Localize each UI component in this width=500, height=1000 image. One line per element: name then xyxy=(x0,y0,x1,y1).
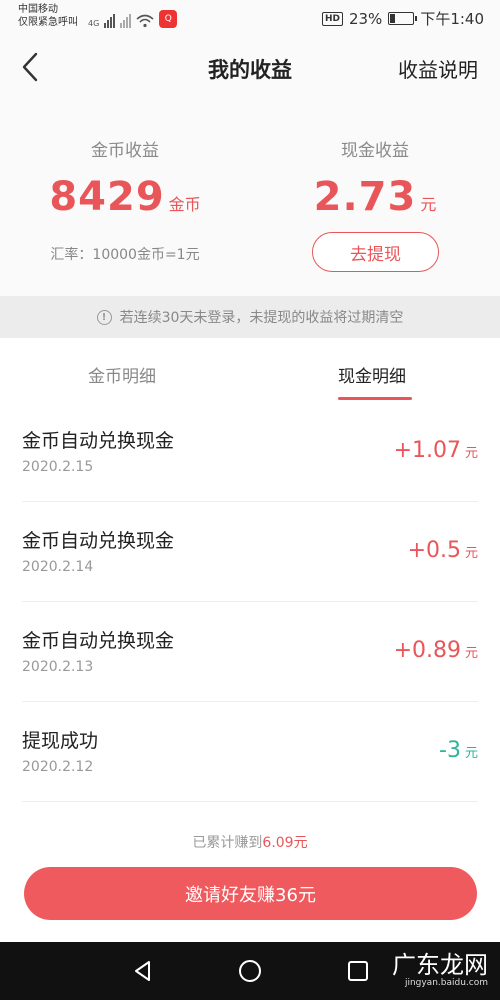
detail-tabs: 金币明细 现金明细 xyxy=(0,338,500,402)
record-value: +1.07 xyxy=(393,438,461,463)
hd-icon: HD xyxy=(321,11,343,26)
notice-text: 若连续30天未登录，未提现的收益将过期清空 xyxy=(119,310,404,326)
total-earned-text: 已累计赚到6.09元 xyxy=(0,832,500,852)
wifi-icon xyxy=(136,14,154,28)
invite-friends-button[interactable]: 邀请好友赚36元 xyxy=(24,867,477,920)
tab-cash-details[interactable]: 现金明细 xyxy=(338,362,406,387)
cash-unit: 元 xyxy=(420,195,437,214)
record-unit: 元 xyxy=(464,446,478,461)
cash-amount: 2.73 xyxy=(313,174,417,220)
record-title: 提现成功 xyxy=(22,730,99,752)
withdraw-button[interactable]: 去提现 xyxy=(312,232,439,272)
total-earned-value: 6.09元 xyxy=(262,835,308,851)
record-unit: 元 xyxy=(464,646,478,661)
battery-icon xyxy=(388,12,418,25)
coin-amount: 8429 xyxy=(49,174,165,220)
carrier-info: 中国移动 仅限紧急呼叫 xyxy=(18,3,78,29)
info-icon: ! xyxy=(96,309,112,325)
carrier-name: 中国移动 xyxy=(18,4,58,15)
system-home-icon[interactable] xyxy=(237,958,263,984)
record-amount: -3 元 xyxy=(439,738,478,763)
system-back-icon[interactable] xyxy=(130,958,156,984)
total-earned-prefix: 已累计赚到 xyxy=(192,835,263,851)
watermark: 广东龙网 jingyan.baidu.com xyxy=(392,952,488,988)
status-bar: 中国移动 仅限紧急呼叫 4G Q HD 23% 下午1:40 xyxy=(0,0,500,36)
expiry-notice: ! 若连续30天未登录，未提现的收益将过期清空 xyxy=(0,296,500,338)
earnings-summary: 金币收益 8429 金币 现金收益 2.73 元 汇率：10000金币=1元 去… xyxy=(0,102,500,296)
status-right: HD 23% 下午1:40 xyxy=(321,8,484,29)
list-item[interactable]: 金币自动兑换现金 2020.2.15 +1.07 元 xyxy=(0,402,500,502)
record-title: 金币自动兑换现金 xyxy=(22,630,175,652)
cash-earnings-label: 现金收益 xyxy=(341,141,409,161)
system-nav-bar: 广东龙网 jingyan.baidu.com xyxy=(0,942,500,1000)
record-date: 2020.2.14 xyxy=(22,559,94,575)
system-recent-apps-icon[interactable] xyxy=(345,958,371,984)
list-item[interactable]: 金币自动兑换现金 2020.2.14 +0.5 元 xyxy=(0,502,500,602)
network-type: 4G xyxy=(88,19,100,28)
status-icons: 4G Q xyxy=(88,6,178,28)
list-item[interactable]: 提现成功 2020.2.12 -3 元 xyxy=(0,702,500,802)
earnings-explanation-link[interactable]: 收益说明 xyxy=(398,54,478,83)
coin-unit: 金币 xyxy=(168,195,201,214)
coin-earnings-label: 金币收益 xyxy=(91,141,159,161)
app-notification-icon: Q xyxy=(159,10,178,28)
record-list: 金币自动兑换现金 2020.2.15 +1.07 元 金币自动兑换现金 2020… xyxy=(0,402,500,802)
coin-amount-row: 8429 金币 xyxy=(0,174,250,220)
exchange-rate: 汇率：10000金币=1元 xyxy=(50,247,200,263)
tab-coin-details[interactable]: 金币明细 xyxy=(88,362,156,387)
record-title: 金币自动兑换现金 xyxy=(22,430,175,452)
record-title: 金币自动兑换现金 xyxy=(22,530,175,552)
record-unit: 元 xyxy=(464,546,478,561)
record-amount: +0.5 元 xyxy=(408,538,478,563)
watermark-text: 广东龙网 xyxy=(392,951,488,979)
clock: 下午1:40 xyxy=(420,10,484,28)
record-value: +0.5 xyxy=(407,538,461,563)
cash-amount-row: 2.73 元 xyxy=(250,174,500,220)
record-unit: 元 xyxy=(464,746,478,761)
record-date: 2020.2.15 xyxy=(22,459,94,475)
list-item[interactable]: 金币自动兑换现金 2020.2.13 +0.89 元 xyxy=(0,602,500,702)
active-tab-indicator xyxy=(338,397,412,400)
signal-icon xyxy=(104,14,116,28)
nav-bar: 我的收益 收益说明 xyxy=(0,36,500,102)
record-date: 2020.2.12 xyxy=(22,759,94,775)
record-value: -3 xyxy=(439,738,461,763)
record-amount: +0.89 元 xyxy=(394,638,478,663)
signal-no-sim-icon xyxy=(120,14,132,28)
record-value: +0.89 xyxy=(393,638,461,663)
record-date: 2020.2.13 xyxy=(22,659,94,675)
details-panel: 金币明细 现金明细 金币自动兑换现金 2020.2.15 +1.07 元 金币自… xyxy=(0,338,500,942)
watermark-subtext: jingyan.baidu.com xyxy=(404,978,488,988)
emergency-text: 仅限紧急呼叫 xyxy=(18,17,78,28)
battery-percent: 23% xyxy=(348,9,383,28)
record-amount: +1.07 元 xyxy=(394,438,478,463)
